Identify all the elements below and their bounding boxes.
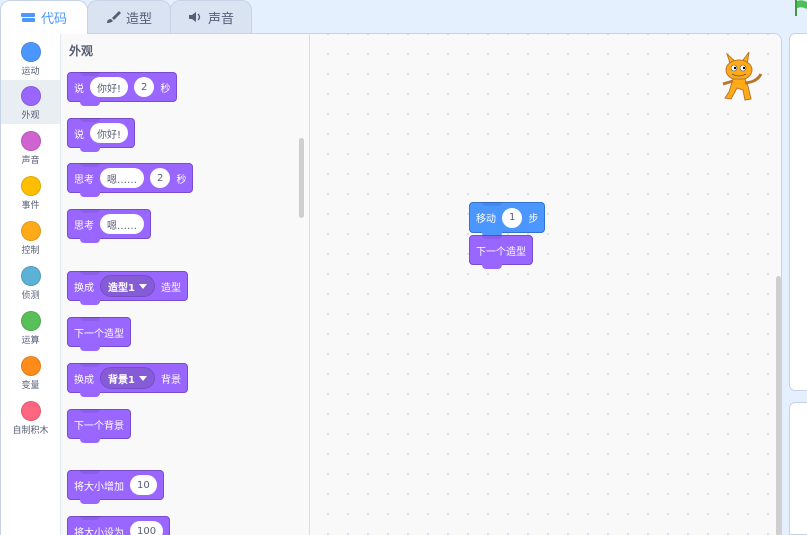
category-label: 事件	[21, 201, 40, 211]
block-say-for-secs[interactable]: 说 你好! 2 秒	[67, 72, 178, 106]
category-operators[interactable]: 运算	[1, 305, 60, 349]
text-input[interactable]: 你好!	[90, 123, 129, 143]
sprite-info-panel[interactable]	[789, 402, 807, 535]
block-say[interactable]: 说 你好!	[67, 118, 136, 152]
text-input[interactable]: 你好!	[90, 77, 129, 97]
chevron-down-icon	[138, 375, 147, 381]
category-sensing-dot	[20, 266, 41, 286]
sprite-cat-icon	[722, 51, 763, 101]
category-label: 外观	[21, 111, 40, 121]
category-label: 自制积木	[12, 426, 49, 436]
palette-section-title: 外观	[69, 44, 94, 58]
chevron-down-icon	[138, 283, 147, 289]
tab-code-label: 代码	[40, 12, 67, 27]
dropdown-value: 背景1	[108, 374, 135, 386]
block-text: 背景	[160, 374, 181, 386]
code-icon	[20, 12, 35, 22]
block-text: 换成	[74, 374, 94, 386]
script-workspace[interactable]: 移动 1 步 下一个造型	[310, 34, 781, 535]
tab-costumes[interactable]: 造型	[87, 0, 171, 33]
block-set-size[interactable]: 将大小设为 100	[67, 516, 171, 535]
category-label: 运算	[21, 336, 40, 346]
category-variables[interactable]: 变量	[1, 350, 60, 394]
block-text: 说	[74, 83, 84, 95]
block-next-backdrop[interactable]: 下一个背景	[67, 409, 131, 443]
green-flag-icon[interactable]	[795, 0, 807, 16]
number-input[interactable]: 2	[150, 168, 171, 188]
category-sound[interactable]: 声音	[1, 125, 60, 169]
block-text: 换成	[74, 282, 94, 294]
costume-dropdown[interactable]: 造型1	[100, 275, 155, 297]
block-switch-backdrop[interactable]: 换成 背景1 背景	[67, 363, 188, 397]
tab-costumes-label: 造型	[125, 11, 152, 27]
block-next-costume[interactable]: 下一个造型	[67, 317, 131, 351]
category-my-blocks[interactable]: 自制积木	[1, 395, 60, 439]
block-palette: 外观 说 你好! 2 秒 说 你好! 思考 嗯…… 2 秒 思考 嗯…… 换成 …	[61, 34, 310, 535]
category-events[interactable]: 事件	[1, 170, 60, 214]
block-text: 秒	[160, 83, 171, 95]
number-input[interactable]: 1	[502, 207, 523, 228]
tab-code[interactable]: 代码	[0, 0, 88, 34]
category-control-dot	[20, 221, 41, 241]
block-text: 秒	[176, 174, 187, 186]
category-my-blocks-dot	[20, 401, 41, 421]
speaker-icon	[188, 12, 201, 22]
code-editor: 运动 外观 声音 事件 控制 侦测 运算 变量 自制积木 外观 说 你好! 2 …	[0, 33, 782, 535]
category-looks[interactable]: 外观	[1, 80, 60, 124]
number-input[interactable]: 2	[134, 77, 155, 97]
number-input[interactable]: 10	[130, 475, 157, 495]
block-text: 将大小设为	[74, 527, 124, 535]
text-input[interactable]: 嗯……	[100, 168, 144, 188]
category-label: 声音	[21, 156, 40, 166]
palette-scrollbar[interactable]	[299, 138, 304, 218]
category-sensing[interactable]: 侦测	[1, 260, 60, 304]
block-text: 下一个背景	[74, 420, 124, 432]
stage-panel[interactable]	[789, 33, 807, 391]
category-events-dot	[20, 176, 41, 196]
block-text: 下一个造型	[476, 246, 526, 258]
category-looks-dot	[20, 86, 41, 106]
block-text: 思考	[74, 174, 94, 186]
brush-icon	[106, 11, 121, 23]
block-text: 将大小增加	[74, 481, 124, 493]
block-text: 移动	[476, 214, 496, 225]
editor-tabs: 代码 造型 声音	[0, 0, 260, 34]
block-text: 步	[528, 214, 539, 225]
category-operators-dot	[20, 311, 41, 331]
category-sound-dot	[20, 131, 41, 151]
block-text: 造型	[160, 282, 181, 294]
dropdown-value: 造型1	[108, 282, 135, 294]
workspace-scrollbar[interactable]	[776, 276, 781, 535]
category-motion[interactable]: 运动	[1, 36, 60, 80]
block-text: 思考	[74, 220, 94, 232]
category-label: 侦测	[21, 291, 40, 301]
tab-sounds[interactable]: 声音	[170, 0, 252, 33]
block-text: 下一个造型	[74, 328, 124, 340]
block-think-for-secs[interactable]: 思考 嗯…… 2 秒	[67, 163, 194, 197]
workspace-block-move-steps[interactable]: 移动 1 步	[469, 202, 546, 237]
tab-sounds-label: 声音	[207, 11, 234, 27]
backdrop-dropdown[interactable]: 背景1	[100, 367, 155, 389]
category-label: 控制	[21, 246, 40, 256]
category-label: 变量	[21, 381, 40, 391]
text-input[interactable]: 嗯……	[100, 214, 144, 234]
workspace-block-next-costume[interactable]: 下一个造型	[469, 235, 533, 269]
category-control[interactable]: 控制	[1, 215, 60, 259]
block-change-size[interactable]: 将大小增加 10	[67, 470, 164, 504]
category-motion-dot	[20, 42, 41, 62]
category-label: 运动	[21, 67, 40, 77]
block-think[interactable]: 思考 嗯……	[67, 209, 151, 243]
category-menu: 运动 外观 声音 事件 控制 侦测 运算 变量 自制积木	[1, 34, 61, 535]
block-text: 说	[74, 129, 84, 141]
block-switch-costume[interactable]: 换成 造型1 造型	[67, 271, 188, 305]
number-input[interactable]: 100	[130, 521, 164, 535]
category-variables-dot	[20, 356, 41, 376]
